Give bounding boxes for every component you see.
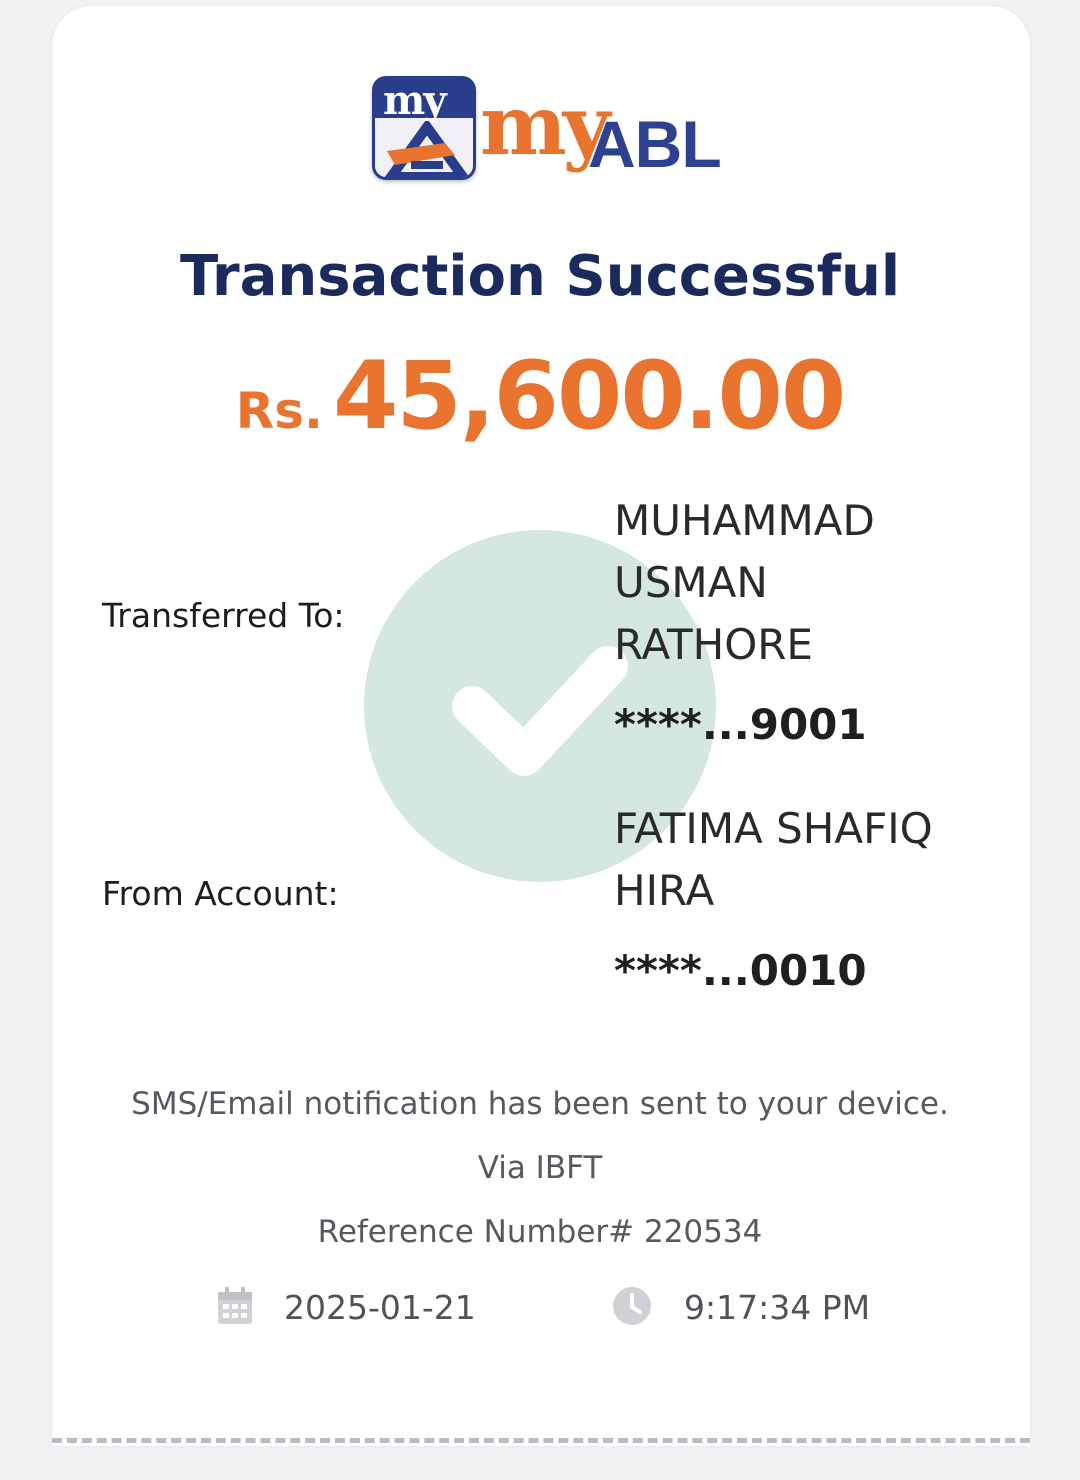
reference-number: Reference Number# 220534 (317, 1214, 763, 1250)
logo-badge-icon: my (372, 76, 476, 180)
currency-label: Rs. (235, 382, 323, 440)
transaction-time: 9:17:34 PM (684, 1288, 871, 1327)
from-account-label: From Account: (102, 874, 339, 913)
recipient-name-line: RATHORE (614, 620, 813, 669)
transferred-to-label: Transferred To: (102, 596, 345, 635)
logo-text-abl: ABL (588, 107, 722, 181)
recipient-name-line: USMAN (614, 558, 768, 607)
transaction-date: 2025-01-21 (284, 1288, 476, 1327)
amount-row: Rs. 45,600.00 (0, 342, 1080, 451)
transfer-channel: Via IBFT (477, 1150, 603, 1186)
myabl-logo: my my ABL (372, 76, 722, 192)
sender-name-line: FATIMA SHAFIQ (614, 804, 933, 853)
receipt-tear-edge (52, 1438, 1030, 1443)
sender-name: FATIMA SHAFIQ HIRA (614, 798, 933, 922)
recipient-name-line: MUHAMMAD (614, 496, 875, 545)
transaction-amount: 45,600.00 (333, 342, 846, 451)
recipient-name: MUHAMMAD USMAN RATHORE (614, 490, 875, 676)
notification-text: SMS/Email notification has been sent to … (131, 1086, 949, 1122)
recipient-account-number: ****...9001 (614, 700, 867, 749)
transaction-status-title: Transaction Successful (179, 244, 901, 309)
logo-a-mark (385, 121, 469, 177)
calendar-icon (218, 1287, 252, 1324)
clock-icon (613, 1287, 651, 1325)
sender-account-number: ****...0010 (614, 946, 867, 995)
sender-name-line: HIRA (614, 866, 715, 915)
logo-badge-text: my (383, 77, 447, 124)
